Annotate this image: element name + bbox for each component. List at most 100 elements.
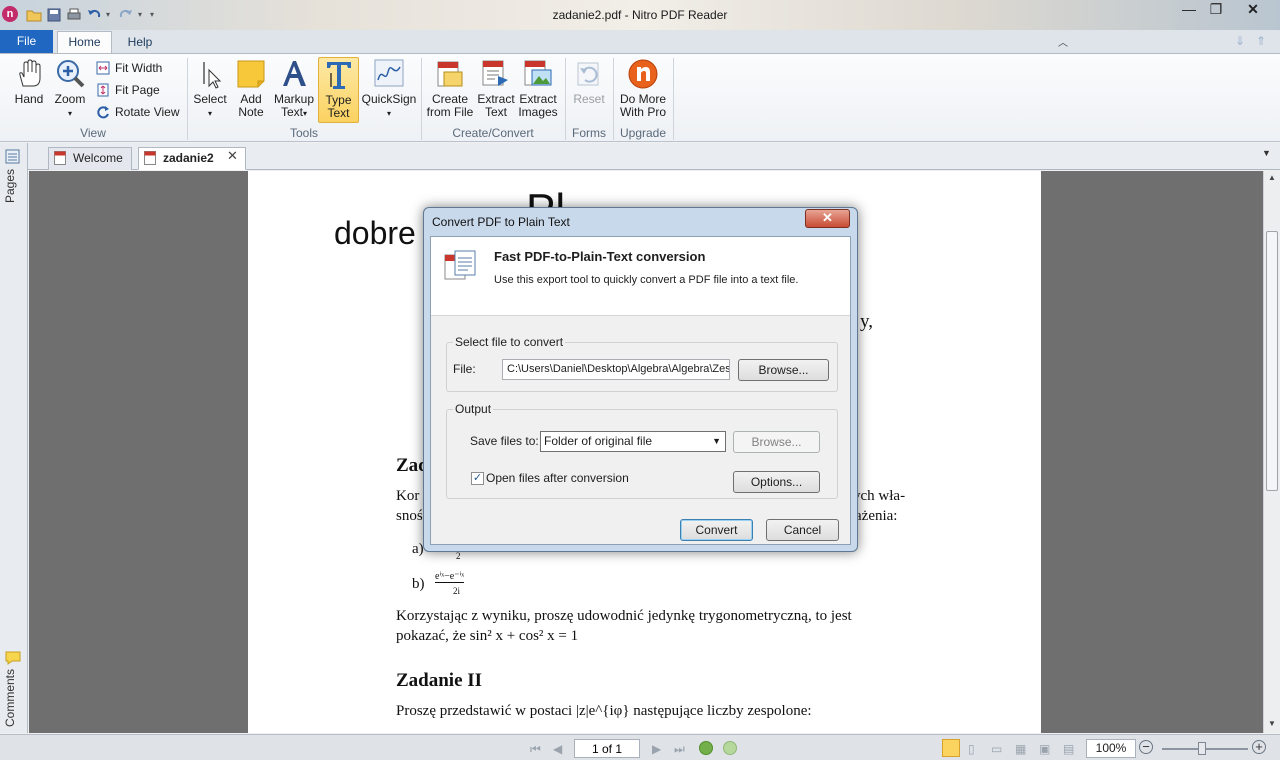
tab-home[interactable]: Home bbox=[57, 31, 112, 54]
group-label-tools: Tools bbox=[289, 126, 318, 140]
go-back-icon[interactable] bbox=[699, 741, 713, 755]
browse-file-button[interactable]: Browse... bbox=[738, 359, 829, 381]
facing-view-icon[interactable]: ▭ bbox=[991, 742, 1002, 756]
first-page-icon[interactable]: ⏮ bbox=[530, 742, 541, 757]
dialog-close-button[interactable]: ✕ bbox=[805, 209, 850, 228]
scrollbar-thumb[interactable] bbox=[1266, 231, 1278, 491]
open-after-conversion-label: Open files after conversion bbox=[486, 471, 629, 485]
scroll-down-icon[interactable]: ▼ bbox=[1268, 719, 1276, 728]
list-item-a: a) bbox=[412, 541, 424, 557]
minimize-button[interactable]: — bbox=[1175, 0, 1203, 20]
extract-images-button[interactable]: Extract Images bbox=[516, 58, 560, 119]
tab-file[interactable]: File bbox=[0, 30, 53, 53]
fit-width-button[interactable]: Fit Width bbox=[96, 58, 162, 78]
ribbon-tab-row: File Home Help ︿ ▾ ⇓ ⇑ bbox=[0, 30, 1280, 80]
last-page-icon[interactable]: ⏭ bbox=[674, 742, 685, 757]
title-bar: n ▾ ▾ ▾ zadanie2.pdf - Nitro PDF Reader … bbox=[0, 0, 1280, 30]
zoom-tool-button[interactable]: Zoom ▾ bbox=[50, 58, 90, 120]
convert-to-text-dialog: Convert PDF to Plain Text ✕ Fast PDF-to-… bbox=[423, 207, 858, 552]
pages-panel-tab[interactable]: Pages bbox=[3, 169, 17, 203]
dialog-header: Fast PDF-to-Plain-Text conversion Use th… bbox=[431, 237, 850, 316]
select-tool-button[interactable]: Select ▾ bbox=[190, 58, 230, 120]
browse-output-button[interactable]: Browse... bbox=[733, 431, 820, 453]
split-view-icon[interactable]: ▤ bbox=[1063, 742, 1074, 756]
fit-page-button[interactable]: Fit Page bbox=[96, 80, 160, 100]
cancel-button[interactable]: Cancel bbox=[766, 519, 839, 541]
extract-text-button[interactable]: Extract Text bbox=[476, 58, 516, 119]
zoom-level[interactable]: 100% bbox=[1086, 739, 1136, 758]
zoom-icon bbox=[54, 58, 86, 90]
comments-panel-tab[interactable]: Comments bbox=[3, 669, 17, 727]
window-title: zadanie2.pdf - Nitro PDF Reader bbox=[552, 8, 728, 22]
zoom-in-icon[interactable]: + bbox=[1252, 740, 1266, 754]
markup-text-button[interactable]: Markup Text▾ bbox=[272, 58, 316, 120]
group-label-forms: Forms bbox=[572, 126, 606, 140]
hand-tool-button[interactable]: Hand bbox=[8, 58, 50, 106]
close-window-button[interactable]: ✕ bbox=[1229, 0, 1277, 20]
zoom-slider-thumb[interactable] bbox=[1198, 742, 1206, 755]
status-bar: ⏮ ◀ ▶ ⏭ ▯ ▭ ▦ ▣ ▤ 100% − + bbox=[0, 734, 1280, 760]
close-tab-icon[interactable]: ✕ bbox=[227, 148, 238, 164]
maximize-button[interactable]: ❐ bbox=[1203, 0, 1229, 20]
markup-text-icon bbox=[278, 58, 310, 90]
go-forward-icon[interactable] bbox=[723, 741, 737, 755]
continuous-view-icon[interactable]: ▯ bbox=[968, 742, 975, 756]
file-label: File: bbox=[453, 362, 476, 376]
scroll-up-icon[interactable]: ▲ bbox=[1268, 173, 1276, 182]
type-text-icon bbox=[323, 59, 355, 91]
collapse-ribbon-icon[interactable]: ︿ bbox=[1058, 34, 1068, 49]
create-from-file-button[interactable]: Create from File bbox=[425, 58, 475, 119]
find-next-icon[interactable]: ⇑ bbox=[1256, 34, 1266, 48]
list-item-b: b) bbox=[412, 576, 425, 592]
pdf-file-icon bbox=[54, 151, 66, 165]
quicksign-button[interactable]: QuickSign ▾ bbox=[361, 58, 417, 120]
group-label-upgrade: Upgrade bbox=[619, 126, 667, 140]
pages-panel-icon[interactable] bbox=[5, 149, 21, 168]
output-legend: Output bbox=[453, 402, 494, 416]
facing-continuous-view-icon[interactable]: ▦ bbox=[1015, 742, 1026, 756]
save-location-select[interactable]: Folder of original file ▼ bbox=[540, 431, 726, 452]
dialog-subheading: Use this export tool to quickly convert … bbox=[494, 274, 799, 286]
zoom-out-icon[interactable]: − bbox=[1139, 740, 1153, 754]
file-path-field[interactable]: C:\Users\Daniel\Desktop\Algebra\Algebra\… bbox=[502, 359, 730, 380]
signature-icon bbox=[373, 58, 405, 90]
reset-icon bbox=[573, 58, 605, 90]
open-after-conversion-checkbox[interactable]: ✓ bbox=[471, 472, 484, 485]
fit-page-icon bbox=[96, 83, 110, 97]
ribbon: Hand Zoom ▾ Fit Width Fit Page Rotate Vie… bbox=[0, 53, 1280, 142]
tab-welcome[interactable]: Welcome bbox=[48, 147, 132, 170]
fullscreen-view-icon[interactable]: ▣ bbox=[1039, 742, 1050, 756]
fit-width-icon bbox=[96, 61, 110, 75]
document-tab-bar: Welcome zadanie2 ✕ bbox=[28, 143, 1280, 170]
select-cursor-icon bbox=[194, 58, 226, 90]
convert-button[interactable]: Convert bbox=[680, 519, 753, 541]
chevron-down-icon: ▼ bbox=[712, 436, 721, 446]
find-previous-icon[interactable]: ⇓ bbox=[1235, 34, 1245, 48]
do-more-with-pro-button[interactable]: Do More With Pro bbox=[617, 58, 669, 119]
vertical-scrollbar[interactable]: ▲ ▼ bbox=[1263, 171, 1280, 733]
page-text-fragment: Kor bbox=[396, 488, 420, 504]
save-files-label: Save files to: bbox=[470, 434, 539, 448]
rotate-view-button[interactable]: Rotate View bbox=[96, 102, 179, 122]
paragraph-line: Proszę przedstawić w postaci |z|e^{iφ} n… bbox=[396, 703, 812, 719]
type-text-button[interactable]: Type Text bbox=[318, 57, 359, 123]
tabs-dropdown-icon[interactable]: ▼ bbox=[1262, 148, 1271, 158]
dialog-title: Convert PDF to Plain Text bbox=[432, 215, 570, 229]
select-file-legend: Select file to convert bbox=[453, 335, 566, 349]
options-button[interactable]: Options... bbox=[733, 471, 820, 493]
rotate-icon bbox=[96, 105, 110, 119]
next-page-icon[interactable]: ▶ bbox=[652, 742, 661, 756]
reset-forms-button[interactable]: Reset bbox=[570, 58, 608, 106]
add-note-button[interactable]: Add Note bbox=[232, 58, 270, 119]
left-side-panel: Pages Comments bbox=[0, 143, 28, 733]
dialog-heading: Fast PDF-to-Plain-Text conversion bbox=[494, 249, 706, 264]
note-icon bbox=[235, 58, 267, 90]
create-pdf-icon bbox=[434, 58, 466, 90]
tab-help[interactable]: Help bbox=[116, 32, 164, 52]
single-page-view-icon[interactable] bbox=[942, 739, 960, 757]
page-number-input[interactable] bbox=[574, 739, 640, 758]
comments-panel-icon[interactable] bbox=[5, 651, 21, 668]
dialog-body: Fast PDF-to-Plain-Text conversion Use th… bbox=[430, 236, 851, 545]
previous-page-icon[interactable]: ◀ bbox=[553, 742, 562, 756]
paragraph-line: Korzystając z wyniku, proszę udowodnić j… bbox=[396, 608, 852, 624]
